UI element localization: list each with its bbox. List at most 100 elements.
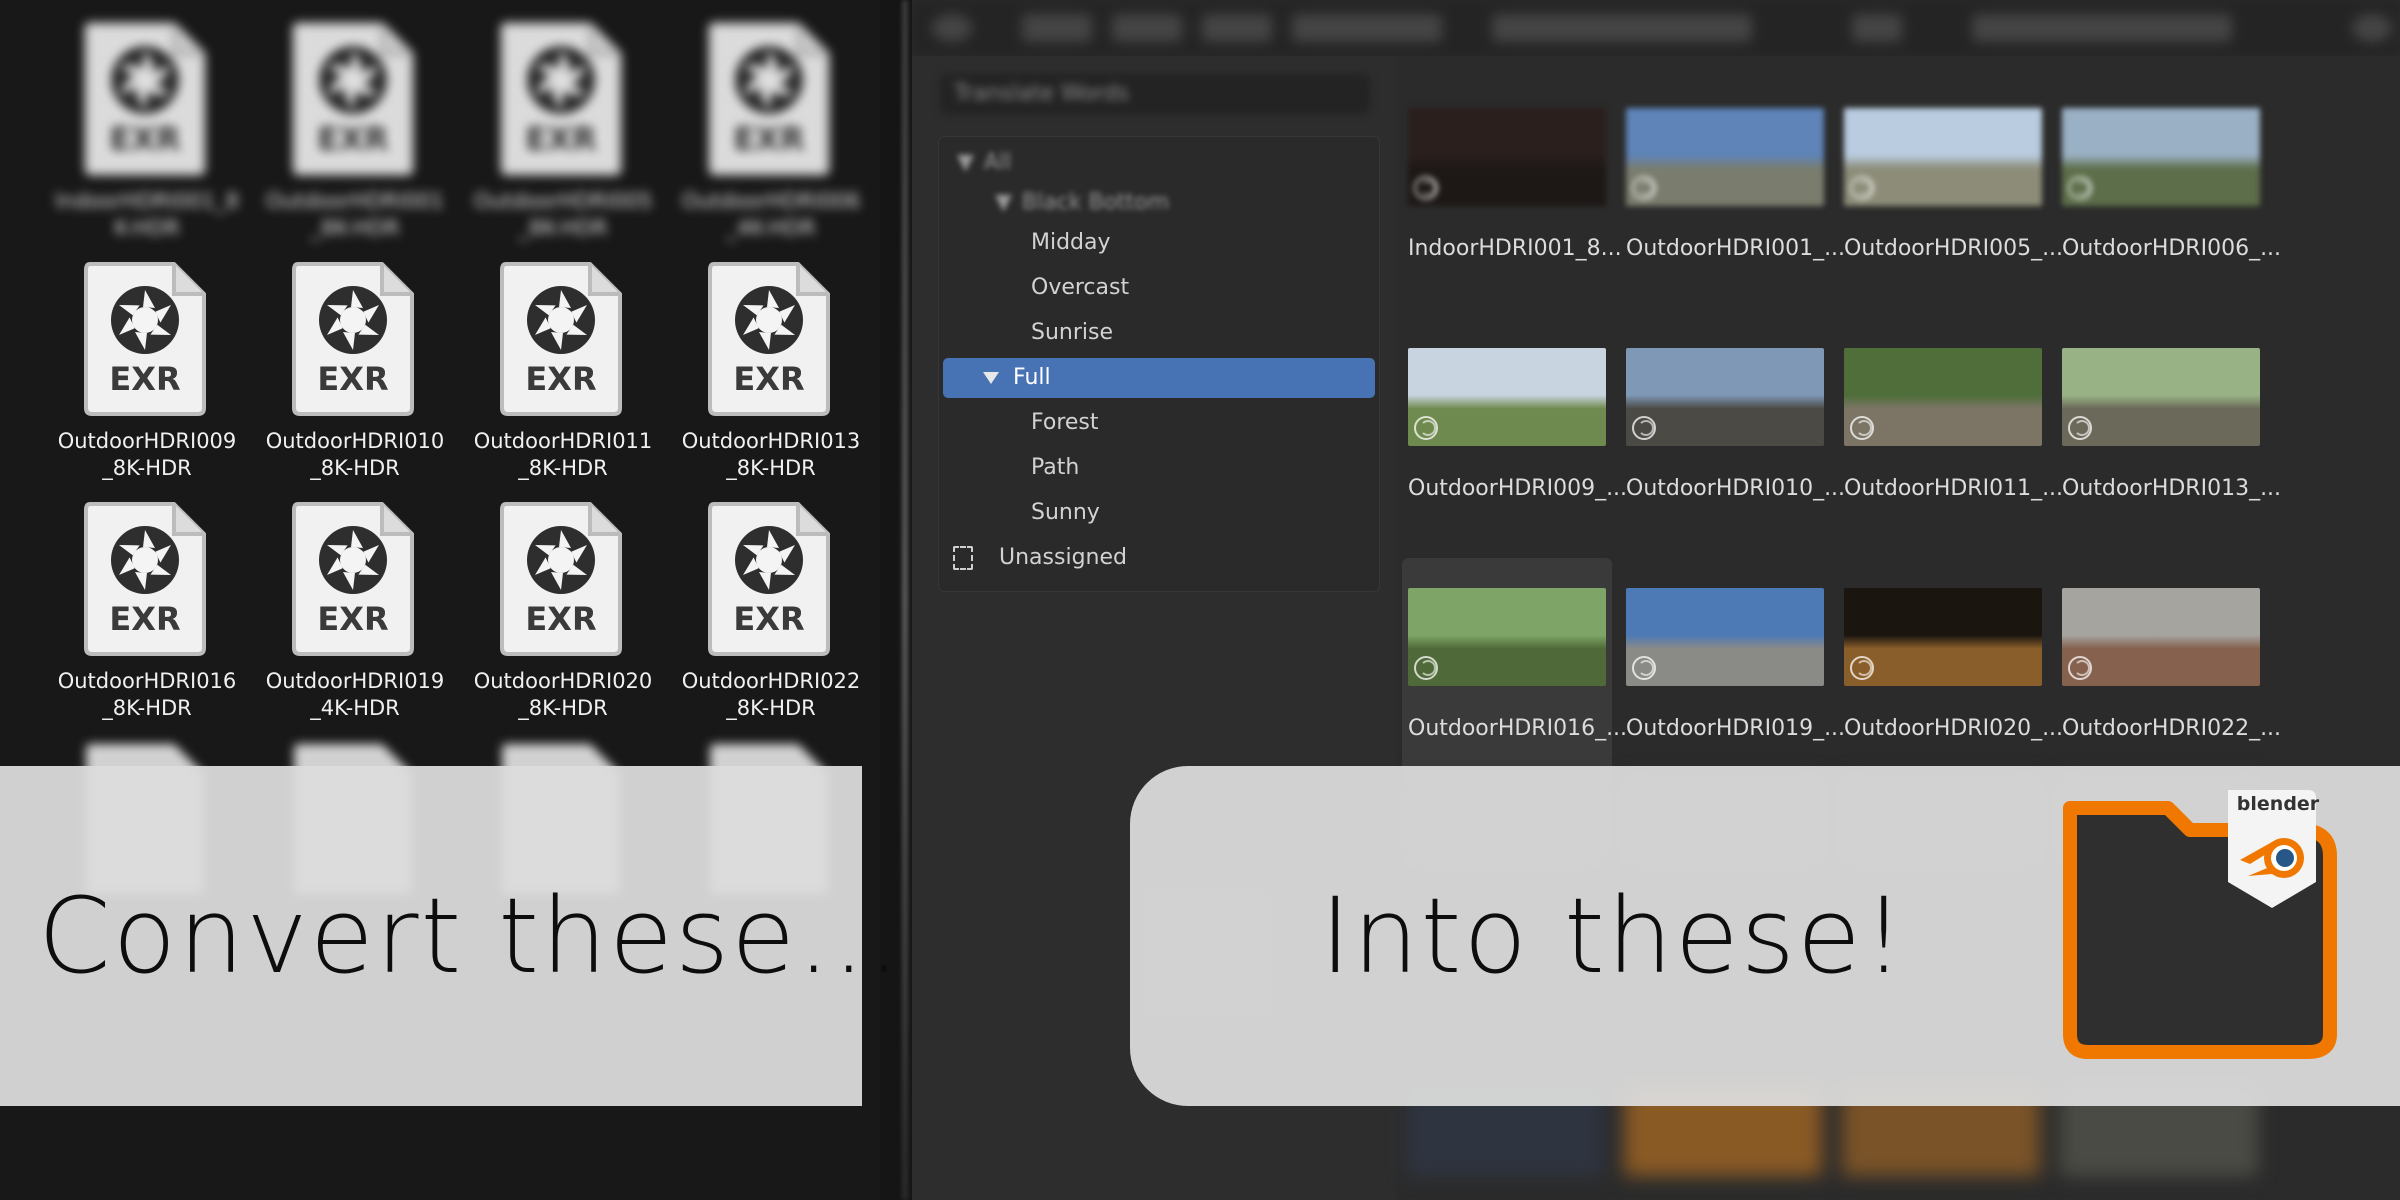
catalog-item-sunrise[interactable]: Sunrise [939, 313, 1379, 353]
catalog-item-forest[interactable]: Forest [939, 403, 1379, 443]
asset-name-label: OutdoorHDRI010_... [1626, 476, 1846, 501]
world-asset[interactable]: OutdoorHDRI013_... [2056, 318, 2281, 548]
world-asset[interactable]: OutdoorHDRI020_... [1838, 558, 2063, 788]
exr-file[interactable]: EXR OutdoorHDRI009 _8K-HDR [42, 246, 252, 486]
world-icon [1850, 656, 1874, 680]
file-name-label: OutdoorHDRI013 _8K-HDR [681, 429, 861, 480]
catalog-item-label: Full [1013, 365, 1051, 390]
file-name-label: OutdoorHDRI011 _8K-HDR [473, 429, 653, 480]
file-extension-label: EXR [109, 120, 181, 158]
hdri-thumbnail [1844, 108, 2042, 206]
file-name-label: OutdoorHDRI009 _8K-HDR [57, 429, 237, 480]
world-icon [1850, 416, 1874, 440]
world-icon [1414, 176, 1438, 200]
exr-file[interactable]: EXR OutdoorHDRI020 _8K-HDR [458, 486, 668, 726]
file-extension-label: EXR [733, 120, 805, 158]
exr-file-icon: EXR [704, 258, 834, 418]
exr-file[interactable]: EXR OutdoorHDRI013 _8K-HDR [666, 246, 876, 486]
exr-file[interactable]: EXR OutdoorHDRI011 _8K-HDR [458, 246, 668, 486]
world-icon [1632, 416, 1656, 440]
file-extension-label: EXR [109, 360, 181, 398]
world-asset[interactable]: OutdoorHDRI005_... [1838, 78, 2063, 308]
catalog-filter-input[interactable]: Translate Words [940, 74, 1370, 114]
catalog-item-label: Midday [1031, 230, 1111, 255]
exr-file-icon: EXR [288, 498, 418, 658]
exr-file[interactable]: EXR OutdoorHDRI006 _4K-HDR [666, 6, 876, 246]
world-asset[interactable]: OutdoorHDRI019_... [1620, 558, 1845, 788]
catalog-item-sunny[interactable]: Sunny [939, 493, 1379, 533]
catalog-tree: ▼ All ▼ Black Bottom Midday Overcast Sunrise… [938, 136, 1380, 592]
exr-file[interactable]: EXR OutdoorHDRI022 _8K-HDR [666, 486, 876, 726]
exr-file-icon: EXR [704, 18, 834, 178]
hdri-thumbnail [1626, 588, 1824, 686]
catalog-root-all[interactable]: ▼ All [939, 143, 1379, 183]
asset-name-label: OutdoorHDRI006_... [2062, 236, 2282, 261]
world-asset[interactable]: OutdoorHDRI009_... [1402, 318, 1627, 548]
exr-file-icon: EXR [704, 498, 834, 658]
asset-name-label: OutdoorHDRI009_... [1408, 476, 1628, 501]
exr-file[interactable]: EXR OutdoorHDRI005 _8K-HDR [458, 6, 668, 246]
hdri-thumbnail [1626, 108, 1824, 206]
world-asset[interactable]: OutdoorHDRI016_... [1402, 558, 1627, 788]
catalog-item-label: Forest [1031, 410, 1099, 435]
hdri-thumbnail [2062, 348, 2260, 446]
caption-into: Into these! [1320, 875, 1907, 997]
caption-banner-left: Convert these... [0, 766, 900, 1106]
world-asset[interactable]: IndoorHDRI001_8... [1402, 78, 1622, 308]
world-icon [1632, 656, 1656, 680]
catalog-root-label: All [983, 150, 1012, 175]
file-name-label: OutdoorHDRI022 _8K-HDR [681, 669, 861, 720]
hdri-thumbnail [1408, 108, 1606, 206]
file-name-label: OutdoorHDRI019 _4K-HDR [265, 669, 445, 720]
world-icon [2068, 416, 2092, 440]
exr-file-icon: EXR [496, 258, 626, 418]
asset-name-label: OutdoorHDRI020_... [1844, 716, 2064, 741]
file-name-label: IndoorHDRI001_8 K-HDR [55, 189, 239, 240]
file-extension-label: EXR [109, 600, 181, 638]
catalog-item-overcast[interactable]: Overcast [939, 268, 1379, 308]
file-name-label: OutdoorHDRI001 _8K-HDR [265, 189, 445, 240]
hdri-thumbnail [1408, 588, 1606, 686]
catalog-group-black-bottom[interactable]: ▼ Black Bottom [939, 183, 1379, 223]
catalog-item-path[interactable]: Path [939, 448, 1379, 488]
exr-file[interactable]: EXR IndoorHDRI001_8 K-HDR [42, 6, 252, 246]
world-asset[interactable]: OutdoorHDRI010_... [1620, 318, 1845, 548]
world-icon [1632, 176, 1656, 200]
expand-triangle-icon[interactable] [983, 372, 999, 384]
caption-convert: Convert these... [38, 875, 903, 997]
world-asset[interactable]: OutdoorHDRI022_... [2056, 558, 2281, 788]
file-extension-label: EXR [317, 600, 389, 638]
catalog-item-midday[interactable]: Midday [939, 223, 1379, 263]
hdri-thumbnail [1844, 348, 2042, 446]
file-extension-label: EXR [525, 120, 597, 158]
catalog-item-label: Path [1031, 455, 1080, 480]
exr-file[interactable]: EXR OutdoorHDRI010 _8K-HDR [250, 246, 460, 486]
file-name-label: OutdoorHDRI010 _8K-HDR [265, 429, 445, 480]
file-name-label: OutdoorHDRI020 _8K-HDR [473, 669, 653, 720]
window-divider [902, 0, 908, 1200]
catalog-item-unassigned[interactable]: Unassigned [939, 538, 1379, 578]
exr-file-icon: EXR [496, 498, 626, 658]
file-name-label: OutdoorHDRI016 _8K-HDR [57, 669, 237, 720]
exr-file[interactable]: EXR OutdoorHDRI016 _8K-HDR [42, 486, 252, 726]
catalog-group-label: Black Bottom [1021, 190, 1170, 215]
exr-file-icon: EXR [80, 18, 210, 178]
asset-name-label: IndoorHDRI001_8... [1408, 236, 1622, 261]
asset-name-label: OutdoorHDRI022_... [2062, 716, 2282, 741]
world-icon [2068, 176, 2092, 200]
world-asset[interactable]: OutdoorHDRI006_... [2056, 78, 2281, 308]
blender-logo-text: blender [2236, 793, 2320, 815]
asset-browser-header [912, 0, 2400, 56]
hdri-thumbnail [2062, 588, 2260, 686]
world-icon [2068, 656, 2092, 680]
file-extension-label: EXR [733, 600, 805, 638]
world-asset[interactable]: OutdoorHDRI001_... [1620, 78, 1845, 308]
asset-name-label: OutdoorHDRI005_... [1844, 236, 2064, 261]
world-asset[interactable]: OutdoorHDRI011_... [1838, 318, 2063, 548]
blender-folder-logo [2050, 790, 2360, 1060]
exr-file[interactable]: EXR OutdoorHDRI001 _8K-HDR [250, 6, 460, 246]
exr-file[interactable]: EXR OutdoorHDRI019 _4K-HDR [250, 486, 460, 726]
world-icon [1850, 176, 1874, 200]
catalog-item-full[interactable]: Full [943, 358, 1375, 398]
asset-name-label: OutdoorHDRI019_... [1626, 716, 1846, 741]
